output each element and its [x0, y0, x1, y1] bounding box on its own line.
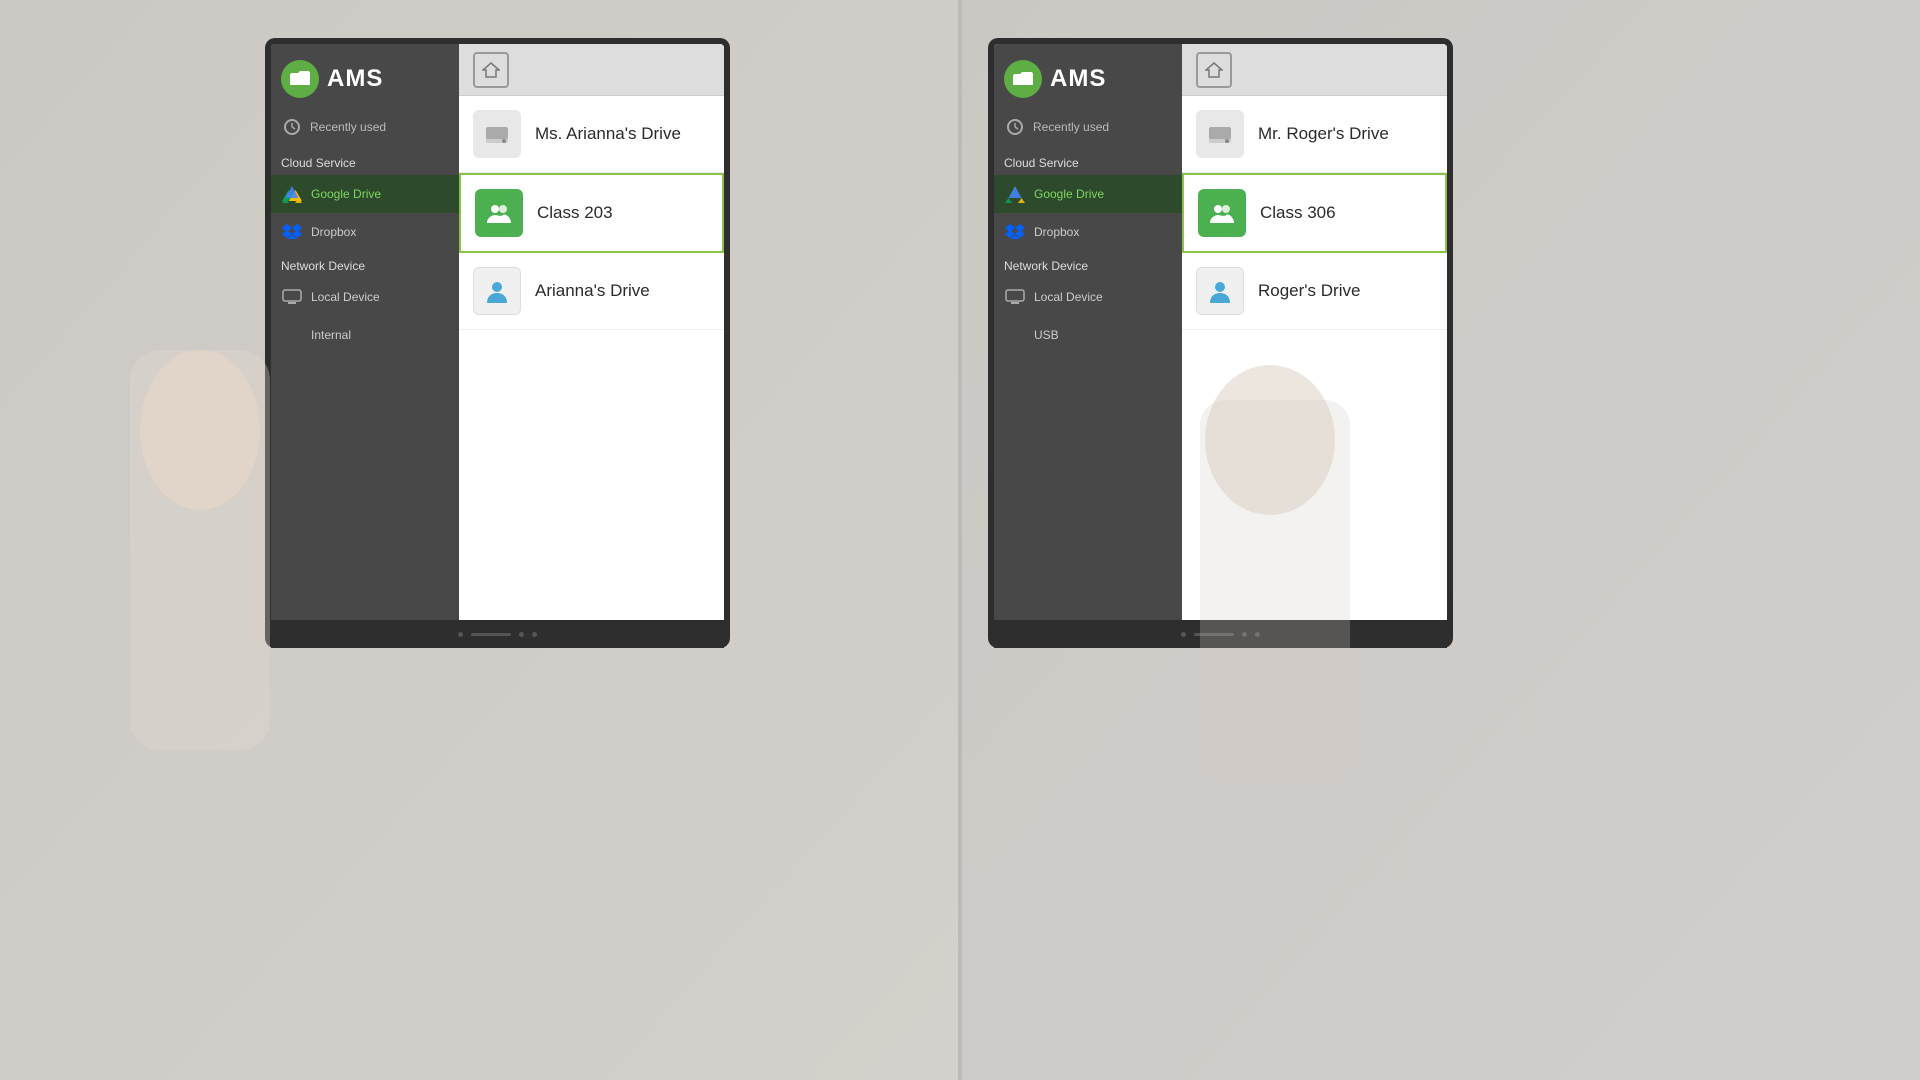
personal-drive-label: Arianna's Drive — [535, 281, 650, 301]
class203-label: Class 203 — [537, 203, 613, 223]
main-content-left: Ms. Arianna's Drive Class — [459, 44, 724, 620]
home-button-left[interactable] — [473, 52, 509, 88]
recently-used-label-right: Recently used — [1033, 120, 1109, 134]
bezel-bar — [471, 633, 511, 636]
person-woman — [30, 150, 370, 1080]
file-list-left: Ms. Arianna's Drive Class — [459, 96, 724, 620]
usb-text-right: USB — [1034, 328, 1059, 342]
ams-logo-left — [281, 60, 319, 98]
recently-used-label-left: Recently used — [310, 120, 386, 134]
sidebar-recently-right[interactable]: Recently used — [994, 110, 1182, 148]
panel-divider — [958, 0, 962, 1080]
clock-icon-right — [1004, 116, 1026, 138]
home-button-right[interactable] — [1196, 52, 1232, 88]
file-item-personal-drive[interactable]: Arianna's Drive — [459, 253, 724, 330]
app-title-right: AMS — [1050, 65, 1106, 93]
rogers-drive-label: Mr. Roger's Drive — [1258, 124, 1389, 144]
personal-drive-icon — [473, 267, 521, 315]
cloud-service-label-right: Cloud Service — [994, 148, 1182, 175]
local-device-icon-right — [1004, 286, 1026, 308]
ams-logo-right — [1004, 60, 1042, 98]
clock-icon-left — [281, 116, 303, 138]
file-item-ariannas-drive[interactable]: Ms. Arianna's Drive — [459, 96, 724, 173]
sidebar-recently-left[interactable]: Recently used — [271, 110, 459, 148]
drive-icon-left — [473, 110, 521, 158]
main-header-right — [1182, 44, 1447, 96]
sidebar-header-right: AMS — [994, 44, 1182, 110]
class203-icon — [475, 189, 523, 237]
dropbox-text-right: Dropbox — [1034, 225, 1079, 239]
file-item-class203[interactable]: Class 203 — [459, 173, 724, 253]
bezel-dot-1 — [458, 632, 463, 637]
file-item-rogers-drive[interactable]: Mr. Roger's Drive — [1182, 96, 1447, 173]
bezel-dot-3 — [532, 632, 537, 637]
person-man — [1090, 180, 1450, 1080]
usb-icon-right — [1004, 324, 1026, 346]
sidebar-header-left: AMS — [271, 44, 459, 110]
main-header-left — [459, 44, 724, 96]
app-title-left: AMS — [327, 65, 383, 93]
google-drive-icon-right — [1004, 183, 1026, 205]
rogers-drive-icon — [1196, 110, 1244, 158]
ariannas-drive-label: Ms. Arianna's Drive — [535, 124, 681, 144]
bezel-dot-2 — [519, 632, 524, 637]
dropbox-icon-right — [1004, 221, 1026, 243]
